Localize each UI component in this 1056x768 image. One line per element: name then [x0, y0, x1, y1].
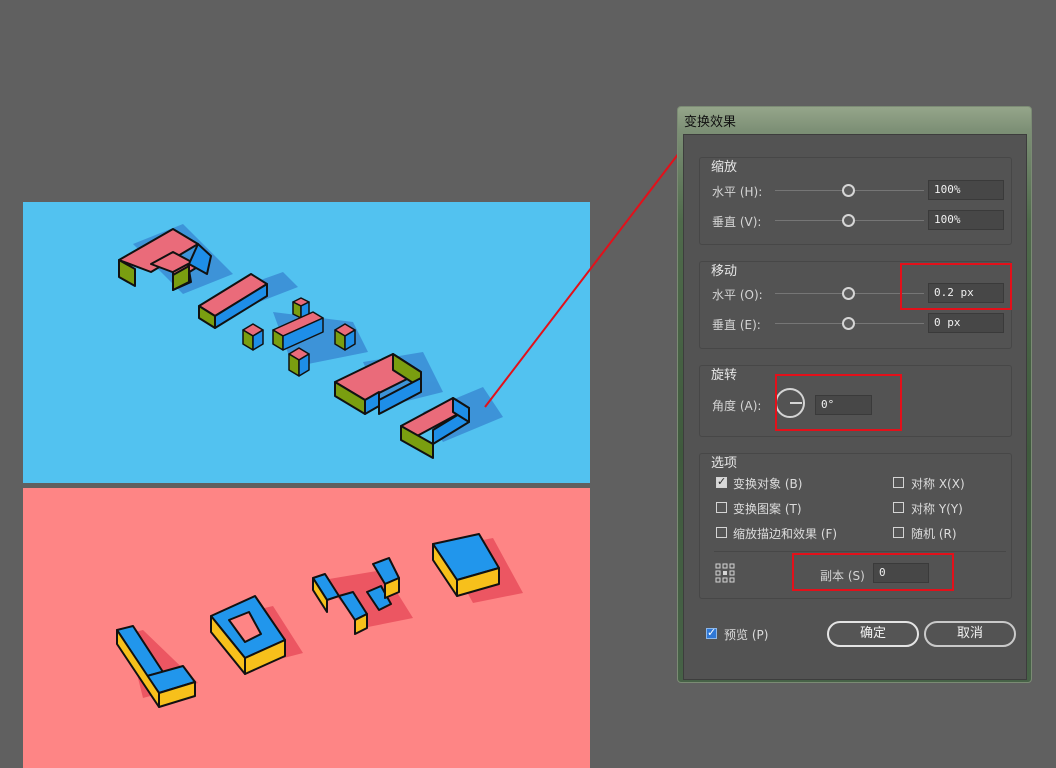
rotate-angle-label: 角度 (A): [712, 399, 762, 413]
move-vertical-input[interactable]: 0 px [928, 313, 1004, 333]
rotate-highlight [775, 374, 902, 431]
transform-objects-checkbox[interactable] [716, 475, 727, 488]
scale-label: 缩放 [711, 160, 738, 175]
dialog-body: 缩放 水平 (H): 100% 垂直 (V): 100% 移动 水平 (O): … [683, 134, 1027, 680]
scale-group: 缩放 [699, 157, 1012, 245]
scale-strokes-label: 缩放描边和效果 (F) [733, 527, 838, 541]
options-divider [714, 551, 1006, 552]
scale-horizontal-thumb[interactable] [842, 184, 855, 197]
scale-vertical-thumb[interactable] [842, 214, 855, 227]
reflect-y-label: 对称 Y(Y) [911, 502, 963, 516]
transform-objects-label: 变换对象 (B) [733, 477, 803, 491]
transform-effect-dialog: 变换效果 缩放 水平 (H): 100% 垂直 (V): 100% 移动 水平 … [677, 106, 1032, 683]
reference-point-icon[interactable] [715, 563, 735, 583]
scale-strokes-checkbox[interactable] [716, 527, 727, 538]
preview-label: 预览 (P) [724, 628, 769, 642]
options-label: 选项 [711, 456, 738, 471]
copies-highlight [792, 553, 954, 591]
scale-vertical-label: 垂直 (V): [712, 215, 762, 229]
random-checkbox[interactable] [893, 527, 904, 538]
scale-vertical-input[interactable]: 100% [928, 210, 1004, 230]
transform-patterns-label: 变换图案 (T) [733, 502, 802, 516]
ok-button[interactable]: 确定 [827, 621, 919, 647]
move-vertical-label: 垂直 (E): [712, 318, 761, 332]
transform-patterns-checkbox[interactable] [716, 502, 727, 513]
scale-horizontal-input[interactable]: 100% [928, 180, 1004, 200]
move-horizontal-highlight [900, 263, 1012, 310]
reflect-x-checkbox[interactable] [893, 477, 904, 488]
rotate-label: 旋转 [711, 368, 738, 383]
cancel-button[interactable]: 取消 [924, 621, 1016, 647]
move-horizontal-label: 水平 (O): [712, 288, 763, 302]
move-vertical-thumb[interactable] [842, 317, 855, 330]
move-label: 移动 [711, 264, 738, 279]
reflect-x-label: 对称 X(X) [911, 477, 965, 491]
reflect-y-checkbox[interactable] [893, 502, 904, 513]
preview-checkbox[interactable] [706, 626, 717, 639]
random-label: 随机 (R) [911, 527, 957, 541]
scale-horizontal-label: 水平 (H): [712, 185, 763, 199]
move-horizontal-thumb[interactable] [842, 287, 855, 300]
dialog-title: 变换效果 [684, 115, 737, 130]
